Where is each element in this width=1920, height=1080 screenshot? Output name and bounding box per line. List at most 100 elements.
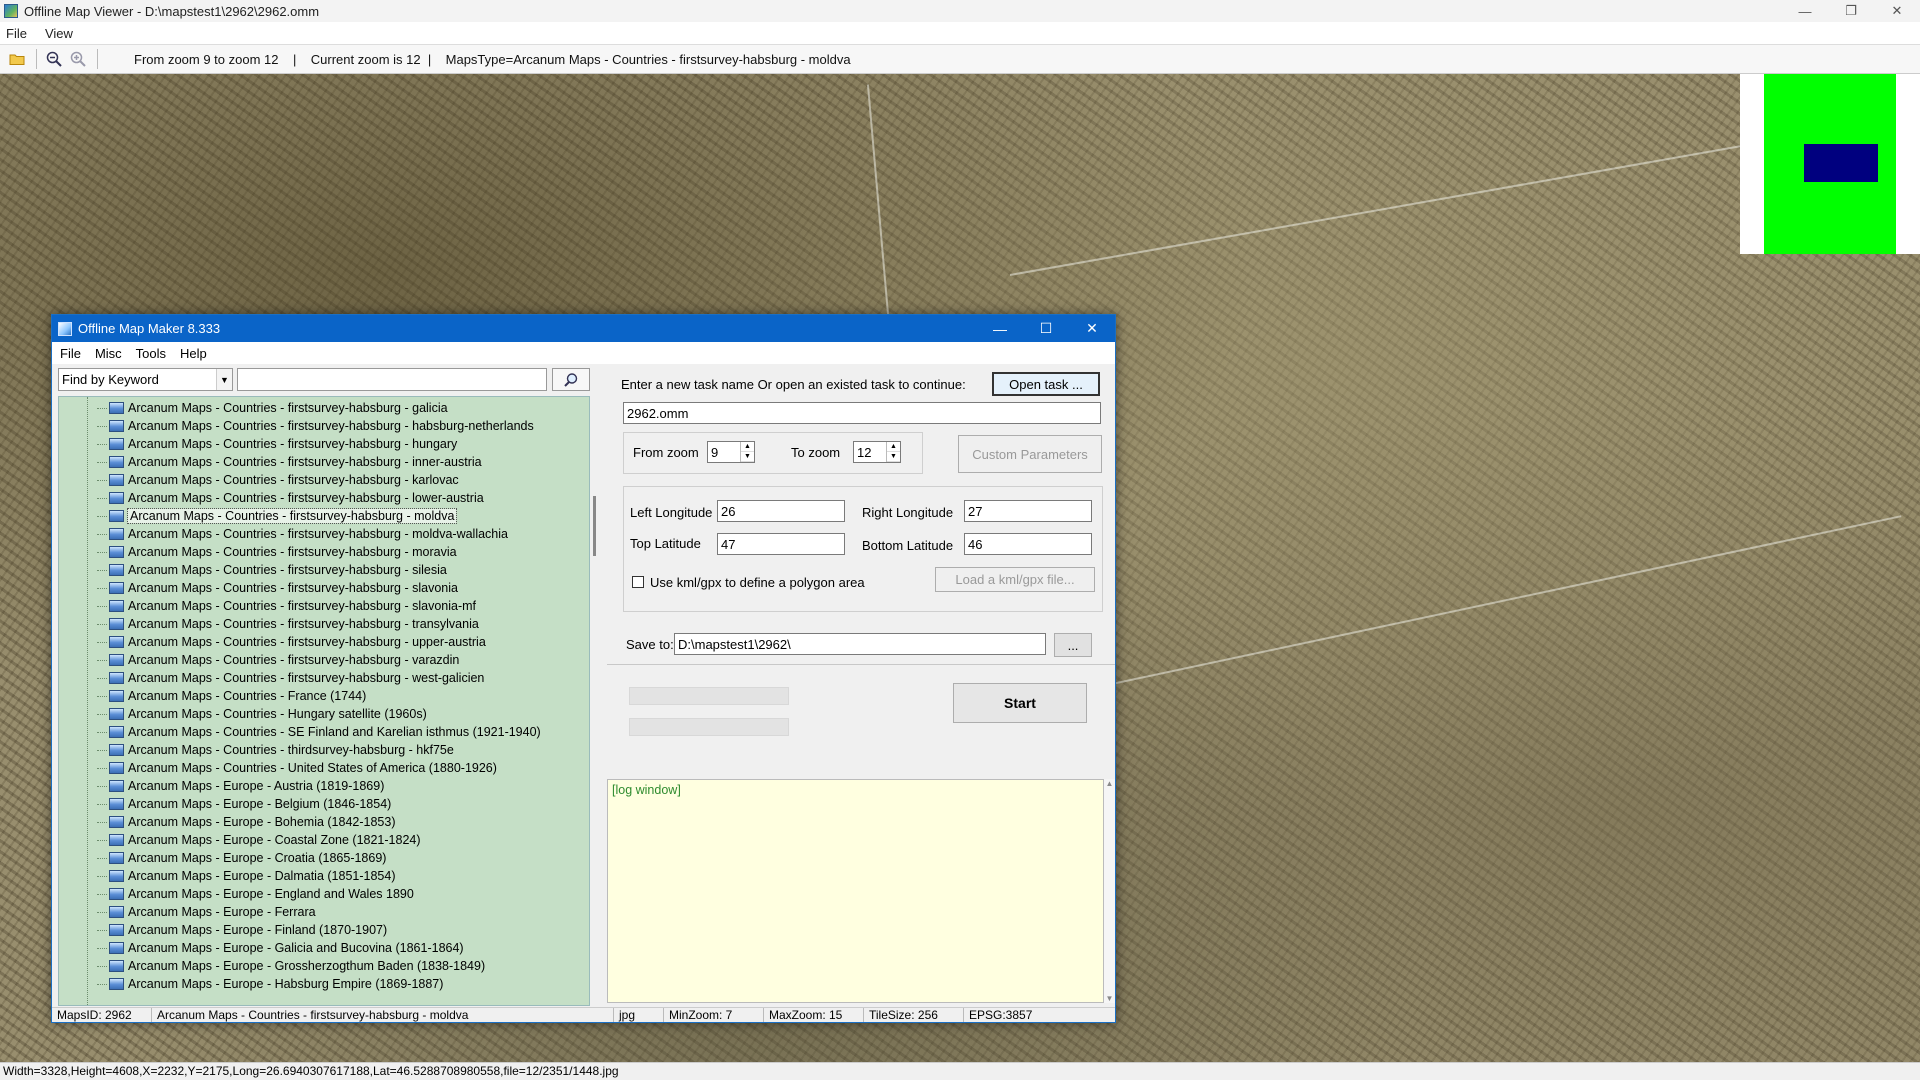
tree-item[interactable]: Arcanum Maps - Countries - firstsurvey-h… bbox=[97, 669, 484, 687]
tree-item[interactable]: Arcanum Maps - Countries - thirdsurvey-h… bbox=[97, 741, 454, 759]
minimap-viewport[interactable] bbox=[1804, 144, 1878, 182]
search-mode-select[interactable]: Find by Keyword ▼ bbox=[58, 368, 233, 391]
viewer-title: Offline Map Viewer - D:\mapstest1\2962\2… bbox=[24, 3, 320, 19]
tree-item[interactable]: Arcanum Maps - Countries - firstsurvey-h… bbox=[97, 543, 457, 561]
chevron-down-icon[interactable]: ▼ bbox=[216, 369, 232, 390]
map-source-tree[interactable]: Arcanum Maps - Countries - firstsurvey-h… bbox=[58, 396, 590, 1006]
chevron-down-icon[interactable]: ▼ bbox=[887, 452, 900, 462]
map-layer-icon bbox=[109, 510, 124, 522]
maximize-icon[interactable]: ☐ bbox=[1023, 315, 1069, 342]
tree-item[interactable]: Arcanum Maps - Countries - firstsurvey-h… bbox=[97, 489, 484, 507]
app-icon bbox=[4, 4, 18, 18]
tree-item[interactable]: Arcanum Maps - Countries - firstsurvey-h… bbox=[97, 435, 457, 453]
tree-item[interactable]: Arcanum Maps - Countries - firstsurvey-h… bbox=[97, 453, 482, 471]
log-scrollbar[interactable]: ▲ ▼ bbox=[1104, 779, 1115, 1003]
dialog-window-controls: — ☐ ✕ bbox=[977, 315, 1115, 342]
to-zoom-stepper[interactable]: 12 ▲ ▼ bbox=[853, 441, 901, 463]
zoom-in-icon[interactable] bbox=[67, 48, 89, 70]
tree-item[interactable]: Arcanum Maps - Countries - firstsurvey-h… bbox=[97, 561, 447, 579]
from-zoom-label: From zoom bbox=[633, 445, 699, 460]
tree-item[interactable]: Arcanum Maps - Europe - England and Wale… bbox=[97, 885, 414, 903]
menu-file[interactable]: File bbox=[6, 26, 27, 41]
tree-item[interactable]: Arcanum Maps - Europe - Belgium (1846-18… bbox=[97, 795, 391, 813]
tree-item[interactable]: Arcanum Maps - Countries - SE Finland an… bbox=[97, 723, 541, 741]
scrollbar-thumb[interactable] bbox=[593, 496, 596, 556]
keyword-input[interactable] bbox=[237, 368, 547, 391]
open-folder-icon[interactable] bbox=[6, 48, 28, 70]
tree-item[interactable]: Arcanum Maps - Countries - firstsurvey-h… bbox=[97, 507, 458, 525]
stepper-arrows[interactable]: ▲ ▼ bbox=[740, 442, 754, 462]
tree-item[interactable]: Arcanum Maps - Countries - United States… bbox=[97, 759, 497, 777]
menu-view[interactable]: View bbox=[45, 26, 73, 41]
chevron-down-icon[interactable]: ▼ bbox=[1106, 994, 1114, 1003]
tree-item[interactable]: Arcanum Maps - Europe - Finland (1870-19… bbox=[97, 921, 387, 939]
menu-file[interactable]: File bbox=[60, 346, 81, 361]
epsg-cell: EPSG:3857 bbox=[969, 1008, 1033, 1022]
menu-tools[interactable]: Tools bbox=[136, 346, 166, 361]
minimize-icon[interactable]: — bbox=[1782, 0, 1828, 22]
tree-item[interactable]: Arcanum Maps - Countries - firstsurvey-h… bbox=[97, 651, 459, 669]
dialog-title: Offline Map Maker 8.333 bbox=[78, 321, 221, 336]
start-button[interactable]: Start bbox=[953, 683, 1087, 723]
minimize-icon[interactable]: — bbox=[977, 315, 1023, 342]
tree-item[interactable]: Arcanum Maps - Europe - Ferrara bbox=[97, 903, 316, 921]
tree-item[interactable]: Arcanum Maps - Countries - firstsurvey-h… bbox=[97, 615, 479, 633]
search-icon bbox=[564, 372, 578, 387]
tree-item[interactable]: Arcanum Maps - Countries - France (1744) bbox=[97, 687, 366, 705]
save-to-field[interactable]: D:\mapstest1\2962\ bbox=[674, 633, 1046, 655]
tree-scrollbar[interactable] bbox=[590, 396, 600, 1006]
chevron-up-icon[interactable]: ▲ bbox=[887, 442, 900, 452]
from-zoom-stepper[interactable]: 9 ▲ ▼ bbox=[707, 441, 755, 463]
custom-parameters-button[interactable]: Custom Parameters bbox=[958, 435, 1102, 473]
tree-item[interactable]: Arcanum Maps - Countries - firstsurvey-h… bbox=[97, 597, 476, 615]
tile-size-cell: TileSize: 256 bbox=[864, 1008, 964, 1022]
task-name-field[interactable]: 2962.omm bbox=[623, 402, 1101, 424]
format-cell: jpg bbox=[614, 1008, 664, 1022]
map-layer-icon bbox=[109, 654, 124, 666]
tree-item[interactable]: Arcanum Maps - Europe - Habsburg Empire … bbox=[97, 975, 443, 993]
tree-item[interactable]: Arcanum Maps - Countries - firstsurvey-h… bbox=[97, 525, 508, 543]
kml-polygon-checkbox[interactable] bbox=[632, 576, 644, 588]
tree-item[interactable]: Arcanum Maps - Countries - firstsurvey-h… bbox=[97, 579, 458, 597]
chevron-up-icon[interactable]: ▲ bbox=[741, 442, 754, 452]
map-layer-icon bbox=[109, 888, 124, 900]
tree-item[interactable]: Arcanum Maps - Europe - Coastal Zone (18… bbox=[97, 831, 421, 849]
task-pane: Enter a new task name Or open an existed… bbox=[607, 364, 1115, 1011]
tree-item[interactable]: Arcanum Maps - Countries - firstsurvey-h… bbox=[97, 471, 459, 489]
search-button[interactable] bbox=[552, 368, 590, 391]
left-longitude-field[interactable]: 26 bbox=[717, 500, 845, 522]
chevron-down-icon[interactable]: ▼ bbox=[741, 452, 754, 462]
tree-item[interactable]: Arcanum Maps - Countries - firstsurvey-h… bbox=[97, 633, 486, 651]
menu-help[interactable]: Help bbox=[180, 346, 207, 361]
tree-item[interactable]: Arcanum Maps - Europe - Dalmatia (1851-1… bbox=[97, 867, 395, 885]
stepper-arrows[interactable]: ▲ ▼ bbox=[886, 442, 900, 462]
open-task-button[interactable]: Open task ... bbox=[992, 372, 1100, 396]
top-latitude-field[interactable]: 47 bbox=[717, 533, 845, 555]
maximize-icon[interactable]: ❐ bbox=[1828, 0, 1874, 22]
tree-item[interactable]: Arcanum Maps - Countries - firstsurvey-h… bbox=[97, 399, 448, 417]
overview-minimap[interactable] bbox=[1740, 74, 1920, 254]
load-kml-button[interactable]: Load a kml/gpx file... bbox=[935, 567, 1095, 592]
tree-item-label: Arcanum Maps - Countries - firstsurvey-h… bbox=[128, 563, 447, 577]
close-icon[interactable]: ✕ bbox=[1874, 0, 1920, 22]
zoom-out-icon[interactable] bbox=[43, 48, 65, 70]
tree-connector bbox=[97, 551, 107, 553]
right-longitude-field[interactable]: 27 bbox=[964, 500, 1092, 522]
tree-item[interactable]: Arcanum Maps - Europe - Galicia and Buco… bbox=[97, 939, 464, 957]
map-grid-line bbox=[1009, 142, 1759, 276]
tree-item-label: Arcanum Maps - Europe - Habsburg Empire … bbox=[128, 977, 444, 991]
tree-item[interactable]: Arcanum Maps - Europe - Bohemia (1842-18… bbox=[97, 813, 396, 831]
bottom-latitude-field[interactable]: 46 bbox=[964, 533, 1092, 555]
menu-misc[interactable]: Misc bbox=[95, 346, 122, 361]
section-divider bbox=[607, 664, 1115, 665]
close-icon[interactable]: ✕ bbox=[1069, 315, 1115, 342]
tree-item[interactable]: Arcanum Maps - Countries - firstsurvey-h… bbox=[97, 417, 534, 435]
chevron-up-icon[interactable]: ▲ bbox=[1106, 779, 1114, 788]
browse-folder-button[interactable]: ... bbox=[1054, 633, 1092, 657]
tree-item[interactable]: Arcanum Maps - Europe - Croatia (1865-18… bbox=[97, 849, 386, 867]
tree-item[interactable]: Arcanum Maps - Countries - Hungary satel… bbox=[97, 705, 427, 723]
viewer-toolbar: From zoom 9 to zoom 12 | Current zoom is… bbox=[0, 44, 1920, 74]
tree-item[interactable]: Arcanum Maps - Europe - Austria (1819-18… bbox=[97, 777, 384, 795]
tree-item[interactable]: Arcanum Maps - Europe - Grossherzogthum … bbox=[97, 957, 485, 975]
log-window[interactable]: [log window] bbox=[607, 779, 1104, 1003]
